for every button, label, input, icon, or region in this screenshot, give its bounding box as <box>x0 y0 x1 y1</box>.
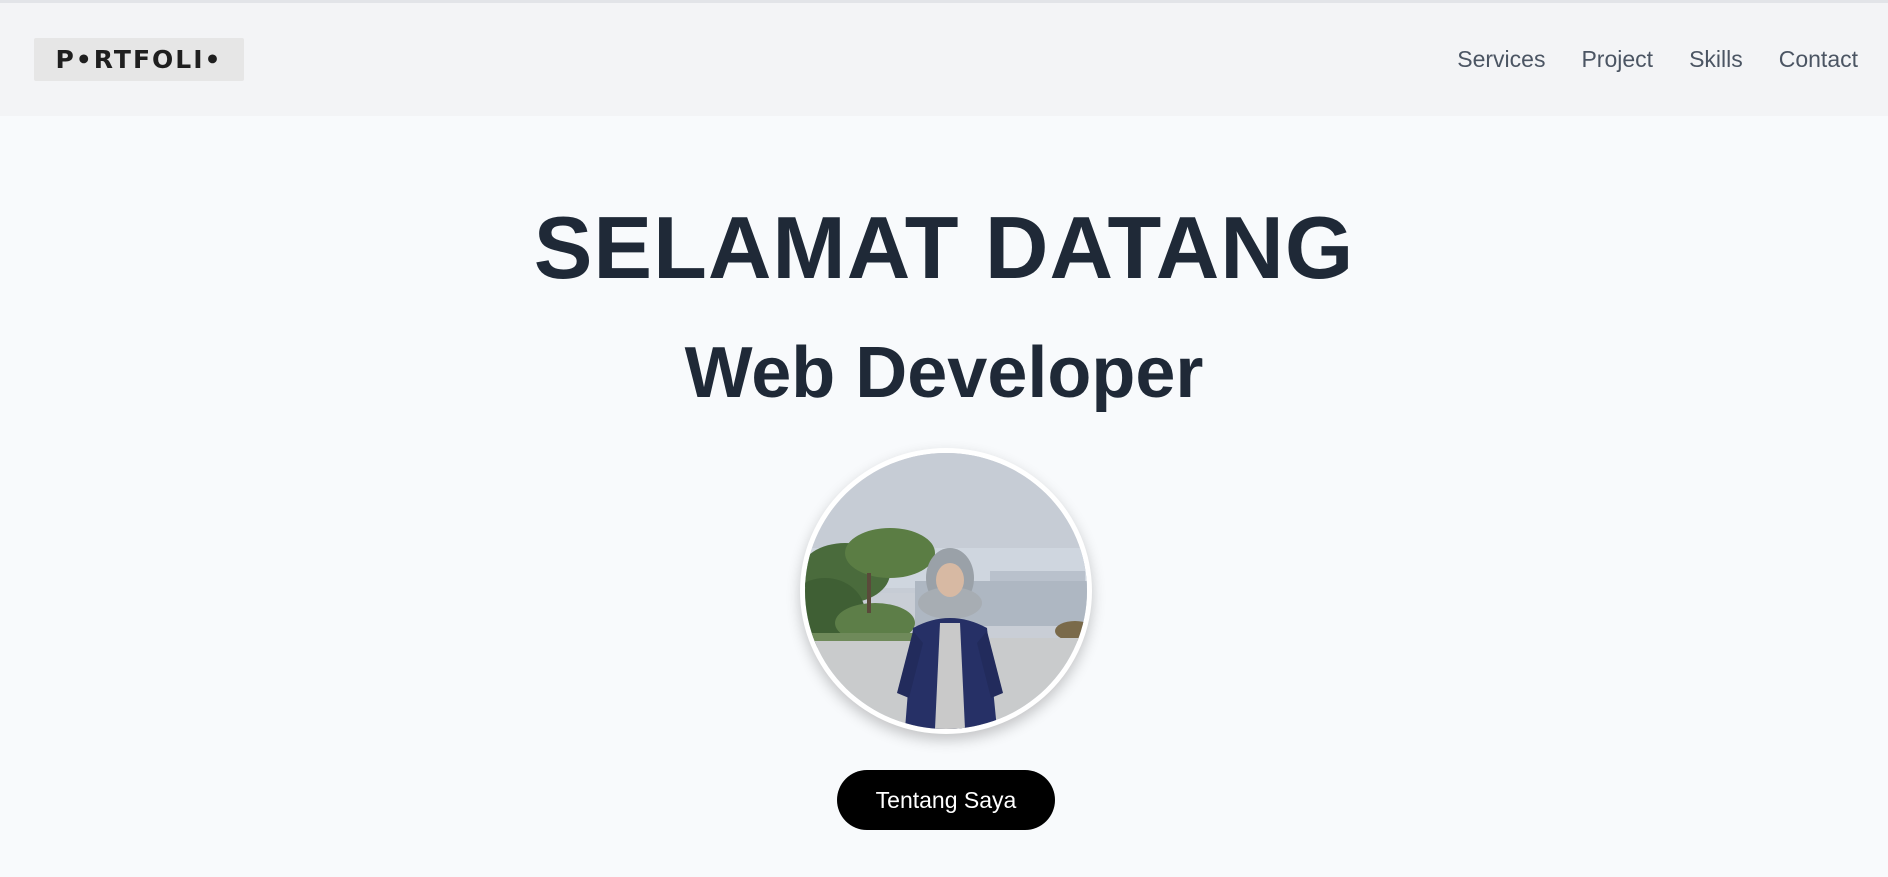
main-nav: Services Project Skills Contact <box>1457 3 1858 116</box>
nav-link-services[interactable]: Services <box>1457 46 1545 73</box>
logo-text: P•RTFOLI• <box>55 45 223 74</box>
nav-link-contact[interactable]: Contact <box>1779 46 1858 73</box>
hero-subtitle: Web Developer <box>684 333 1204 413</box>
profile-photo-illustration <box>805 453 1087 729</box>
portfolio-logo[interactable]: P•RTFOLI• <box>34 38 244 81</box>
nav-link-skills[interactable]: Skills <box>1689 46 1743 73</box>
hero-title: SELAMAT DATANG <box>533 198 1355 297</box>
about-me-button[interactable]: Tentang Saya <box>837 770 1055 830</box>
nav-link-project[interactable]: Project <box>1581 46 1653 73</box>
profile-photo <box>800 448 1092 734</box>
